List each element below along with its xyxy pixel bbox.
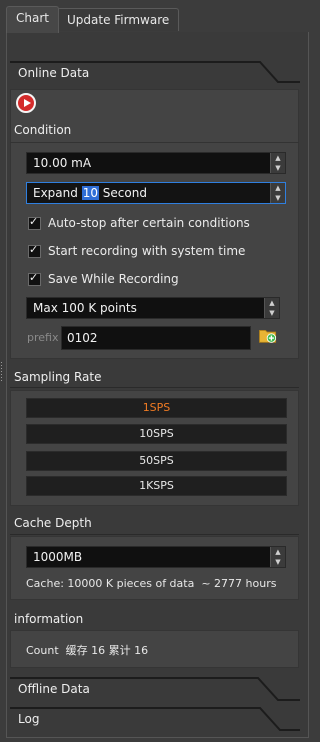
tab-update-firmware[interactable]: Update Firmware <box>57 8 180 31</box>
start-system-time-checkbox[interactable]: Start recording with system time <box>28 241 245 261</box>
stop-condition-spinbox[interactable]: 10.00 mA ▲ ▼ <box>26 152 286 174</box>
spin-down-icon[interactable]: ▼ <box>265 308 279 318</box>
spin-down-icon[interactable]: ▼ <box>271 193 285 203</box>
checkbox-check-icon[interactable] <box>28 215 41 230</box>
record-play-icon[interactable] <box>16 93 36 113</box>
cache-depth-divider <box>10 534 299 535</box>
expand-prefix: Expand <box>33 186 82 200</box>
spin-up-icon[interactable]: ▲ <box>271 547 285 557</box>
information-title: information <box>14 612 84 626</box>
prefix-input[interactable]: 0102 <box>61 326 251 350</box>
spin-up-icon[interactable]: ▲ <box>271 183 285 193</box>
header-slant-line <box>10 677 300 701</box>
expand-seconds-spinbox[interactable]: Expand 10 Second ▲ ▼ <box>26 182 286 204</box>
spin-buttons[interactable]: ▲ ▼ <box>270 153 285 173</box>
offline-data-header[interactable]: Offline Data <box>10 676 300 702</box>
checkbox-check-icon[interactable] <box>28 271 41 286</box>
checkbox-check-icon[interactable] <box>28 243 41 258</box>
expand-suffix: Second <box>98 186 147 200</box>
folder-add-icon[interactable] <box>258 327 278 344</box>
cache-info-text: Cache: 10000 K pieces of data ~ 2777 hou… <box>26 577 277 590</box>
header-slant-line <box>10 61 300 83</box>
sps-option-1ksps[interactable]: 1KSPS <box>26 476 287 496</box>
auto-stop-checkbox[interactable]: Auto-stop after certain conditions <box>28 213 250 233</box>
splitter-handle[interactable] <box>0 362 3 382</box>
sps-option-10sps[interactable]: 10SPS <box>26 424 287 444</box>
sps-option-50sps[interactable]: 50SPS <box>26 451 287 471</box>
sampling-rate-divider <box>10 387 299 388</box>
expand-selected-number: 10 <box>81 186 99 200</box>
header-slant-line <box>10 707 300 731</box>
max-points-value: Max 100 K points <box>33 301 137 315</box>
spin-down-icon[interactable]: ▼ <box>271 557 285 567</box>
cache-depth-spinbox[interactable]: 1000MB ▲ ▼ <box>26 546 286 568</box>
cache-depth-value: 1000MB <box>33 550 83 564</box>
spin-buttons[interactable]: ▲ ▼ <box>270 547 285 567</box>
spin-up-icon[interactable]: ▲ <box>265 298 279 308</box>
cache-depth-title: Cache Depth <box>14 516 92 530</box>
sps-option-1sps[interactable]: 1SPS <box>26 398 287 418</box>
start-system-time-label: Start recording with system time <box>48 244 246 258</box>
save-while-recording-label: Save While Recording <box>48 272 179 286</box>
auto-stop-label: Auto-stop after certain conditions <box>48 216 250 230</box>
save-while-recording-checkbox[interactable]: Save While Recording <box>28 269 179 289</box>
stop-condition-value: 10.00 mA <box>33 156 92 170</box>
log-header[interactable]: Log <box>10 706 300 736</box>
spin-up-icon[interactable]: ▲ <box>271 153 285 163</box>
spin-down-icon[interactable]: ▼ <box>271 163 285 173</box>
condition-panel <box>10 142 299 143</box>
max-points-spinbox[interactable]: Max 100 K points ▲ ▼ <box>26 297 280 319</box>
spin-buttons[interactable]: ▲ ▼ <box>270 183 285 203</box>
tab-chart[interactable]: Chart <box>6 6 59 33</box>
spin-buttons[interactable]: ▲ ▼ <box>264 298 279 318</box>
online-data-header[interactable]: Online Data <box>10 60 300 84</box>
expand-value: Expand 10 Second <box>33 186 147 200</box>
condition-title: Condition <box>14 123 72 137</box>
sampling-rate-title: Sampling Rate <box>14 370 102 384</box>
prefix-label: prefix <box>27 331 59 344</box>
information-text: Count 缓存 16 累计 16 <box>26 644 149 657</box>
